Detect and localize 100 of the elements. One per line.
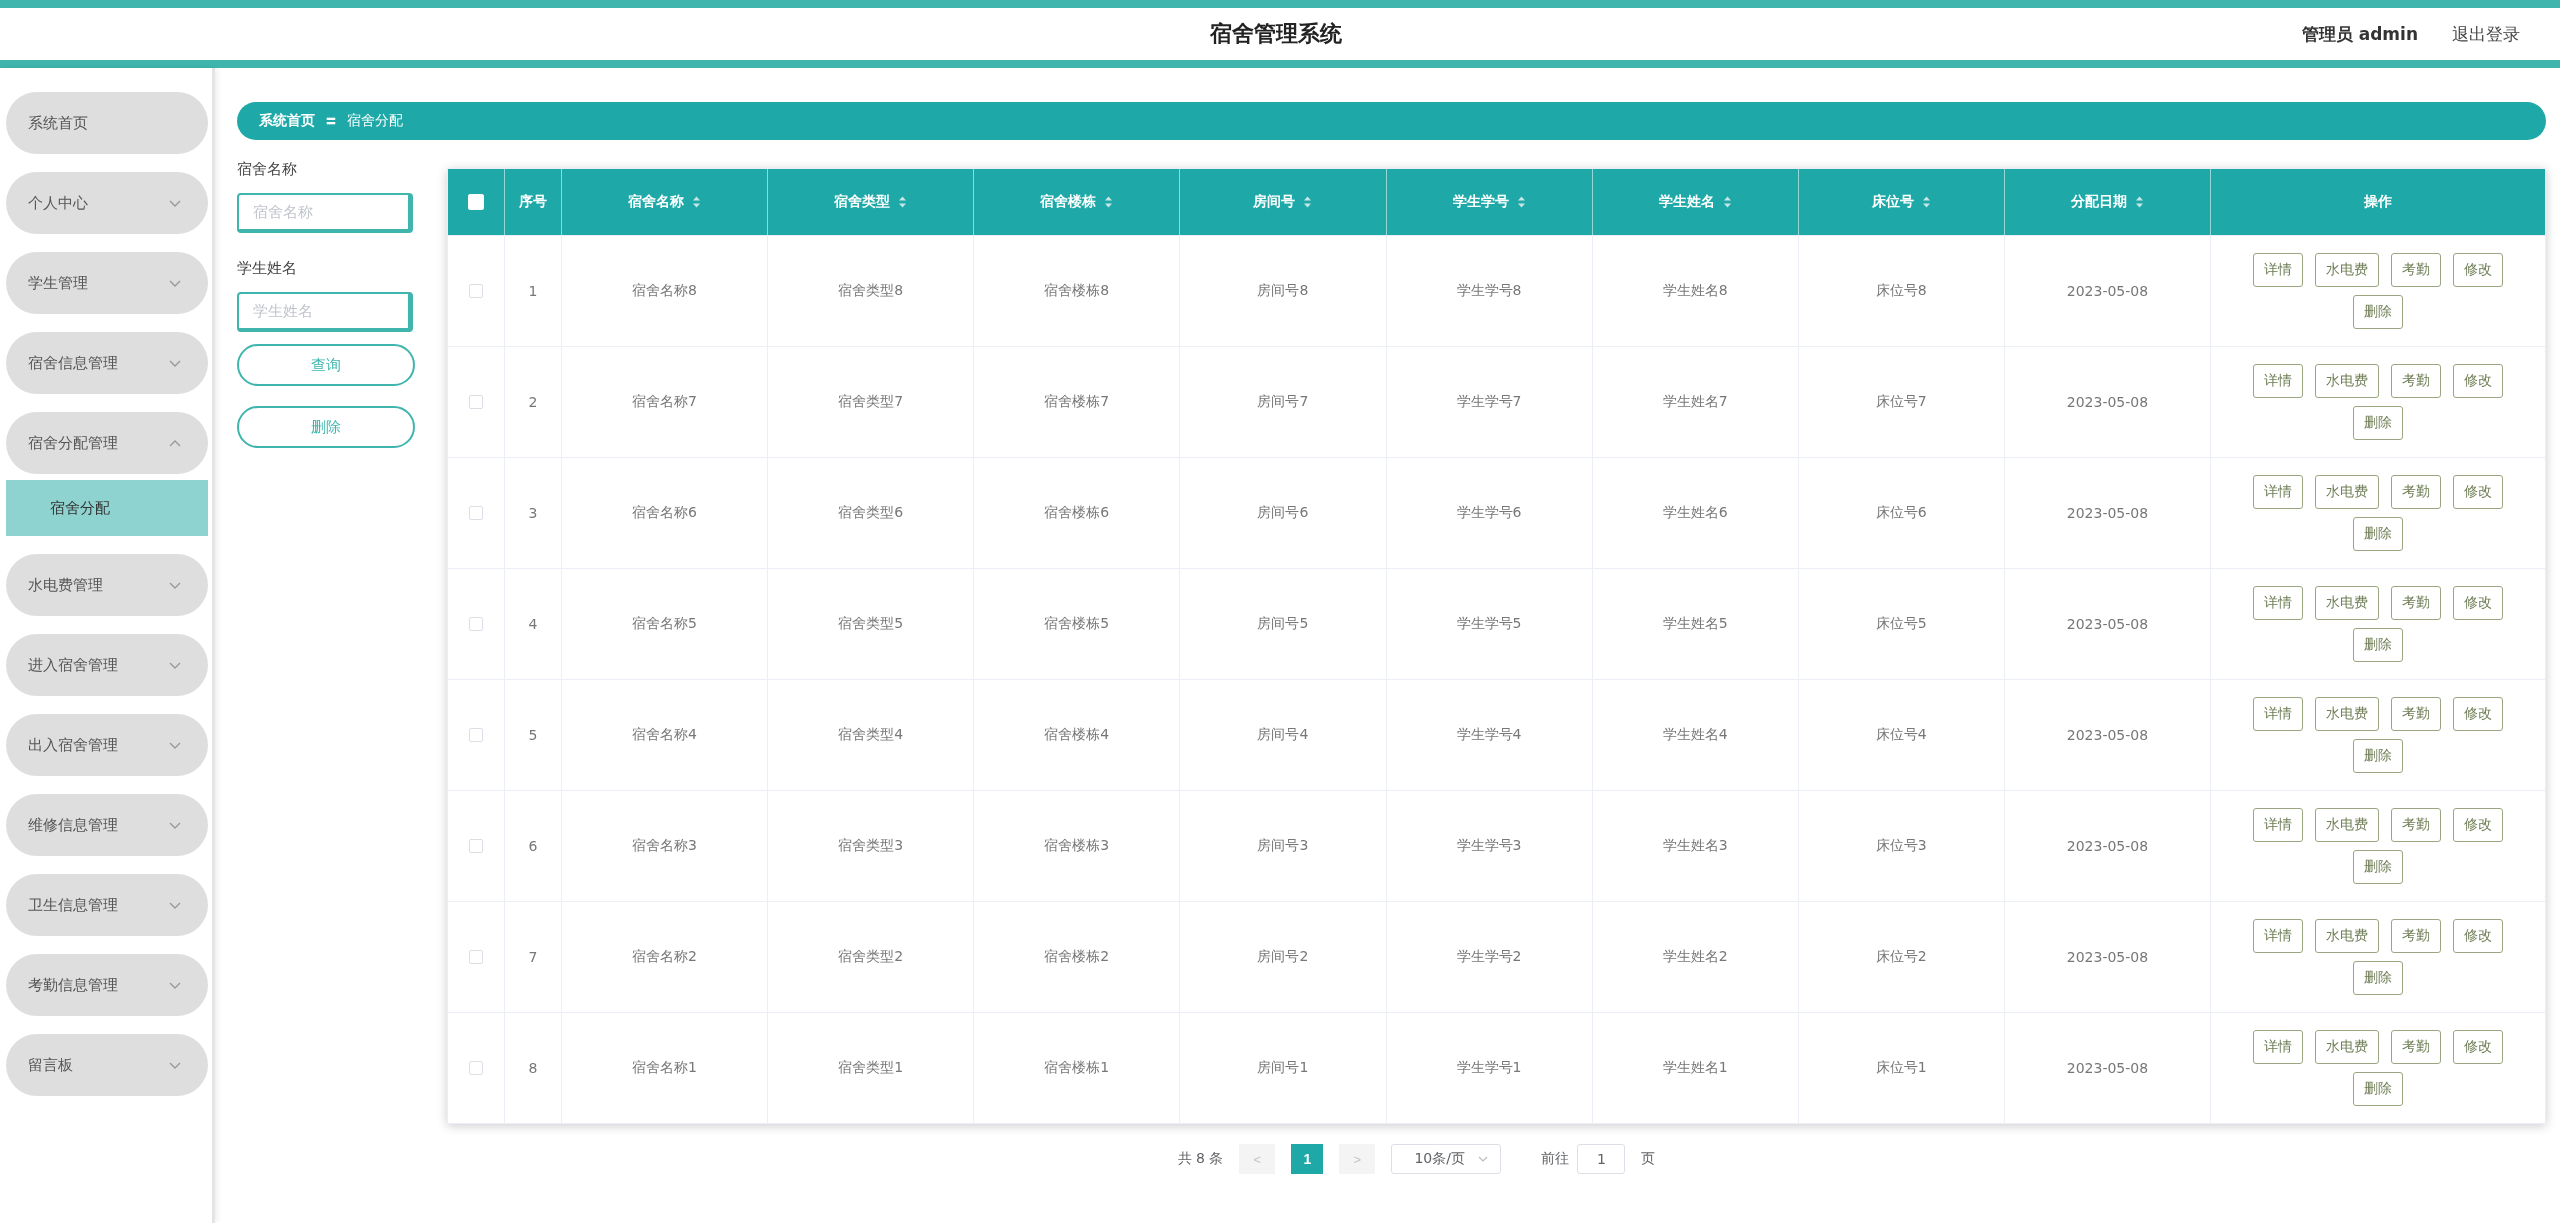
table-cell: 宿舍名称5 (632, 615, 697, 633)
action-button[interactable]: 修改 (2453, 1030, 2503, 1064)
select-all-checkbox[interactable] (468, 194, 484, 210)
action-button[interactable]: 修改 (2453, 253, 2503, 287)
row-checkbox[interactable] (469, 950, 483, 964)
action-button[interactable]: 水电费 (2315, 919, 2379, 953)
sort-icon[interactable] (1516, 195, 1526, 209)
sidebar-item[interactable]: 宿舍分配管理 (6, 412, 208, 474)
action-button[interactable]: 详情 (2253, 253, 2303, 287)
search-field[interactable]: 宿舍名称 (237, 193, 413, 233)
sort-icon[interactable] (692, 195, 702, 209)
sidebar-item[interactable]: 系统首页 (6, 92, 208, 154)
row-checkbox[interactable] (469, 284, 483, 298)
breadcrumb-link[interactable]: 系统首页 (259, 112, 315, 130)
action-button[interactable]: 考勤 (2391, 475, 2441, 509)
chevron-icon (1478, 1155, 1489, 1163)
action-button[interactable]: 修改 (2453, 586, 2503, 620)
sort-icon[interactable] (2134, 195, 2144, 209)
sort-icon[interactable] (1722, 195, 1732, 209)
action-button[interactable]: 详情 (2253, 808, 2303, 842)
action-button[interactable]: 考勤 (2391, 253, 2441, 287)
row-checkbox[interactable] (469, 506, 483, 520)
action-button[interactable]: 考勤 (2391, 808, 2441, 842)
table-cell: 宿舍名称8 (632, 282, 697, 300)
action-button[interactable]: 修改 (2453, 808, 2503, 842)
sidebar-item[interactable]: 留言板 (6, 1034, 208, 1096)
sidebar-item[interactable]: 学生管理 (6, 252, 208, 314)
action-button[interactable]: 修改 (2453, 475, 2503, 509)
action-button[interactable]: 删除 (2353, 850, 2403, 884)
action-button[interactable]: 删除 (2353, 1072, 2403, 1106)
action-button[interactable]: 考勤 (2391, 364, 2441, 398)
sidebar-item[interactable]: 个人中心 (6, 172, 208, 234)
column-header: 宿舍楼栋 (1040, 193, 1097, 211)
table-cell: 宿舍楼栋1 (1044, 1059, 1110, 1077)
action-button[interactable]: 修改 (2453, 697, 2503, 731)
action-button[interactable]: 水电费 (2315, 586, 2379, 620)
page-suffix: 页 (1641, 1150, 1656, 1168)
action-button[interactable]: 水电费 (2315, 1030, 2379, 1064)
action-button[interactable]: 水电费 (2315, 697, 2379, 731)
action-button[interactable]: 水电费 (2315, 808, 2379, 842)
search-button[interactable]: 查询 (237, 344, 415, 386)
logout-link[interactable]: 退出登录 (2452, 22, 2520, 46)
action-button[interactable]: 详情 (2253, 475, 2303, 509)
table-cell: 床位号3 (1875, 837, 1927, 855)
action-button[interactable]: 考勤 (2391, 586, 2441, 620)
breadcrumb-link[interactable]: 宿舍分配 (347, 112, 403, 130)
action-button[interactable]: 删除 (2353, 739, 2403, 773)
sidebar-item[interactable]: 考勤信息管理 (6, 954, 208, 1016)
action-button[interactable]: 详情 (2253, 919, 2303, 953)
search-button[interactable]: 删除 (237, 406, 415, 448)
action-button[interactable]: 删除 (2353, 406, 2403, 440)
page-button[interactable]: 1 (1291, 1144, 1324, 1174)
user-label: 管理员 admin (2301, 22, 2418, 46)
action-button[interactable]: 删除 (2353, 295, 2403, 329)
action-button[interactable]: 水电费 (2315, 364, 2379, 398)
table-cell: 学生姓名6 (1662, 504, 1728, 522)
sort-icon[interactable] (1104, 195, 1114, 209)
row-checkbox[interactable] (469, 728, 483, 742)
table-cell: 8 (528, 1060, 538, 1076)
table-cell: 宿舍楼栋7 (1044, 393, 1110, 411)
table-cell: 2023-05-08 (2066, 1060, 2149, 1076)
action-button[interactable]: 删除 (2353, 517, 2403, 551)
action-button[interactable]: 删除 (2353, 961, 2403, 995)
action-button[interactable]: 删除 (2353, 628, 2403, 662)
action-button[interactable]: 详情 (2253, 1030, 2303, 1064)
row-checkbox[interactable] (469, 1061, 483, 1075)
action-button[interactable]: 水电费 (2315, 475, 2379, 509)
row-checkbox[interactable] (469, 395, 483, 409)
table-cell: 宿舍楼栋4 (1044, 726, 1110, 744)
table-cell: 宿舍楼栋6 (1044, 504, 1110, 522)
action-button[interactable]: 详情 (2253, 364, 2303, 398)
action-button[interactable]: 详情 (2253, 586, 2303, 620)
table-cell: 宿舍类型2 (838, 948, 904, 966)
page-size-select[interactable]: 10条/页 (1391, 1144, 1502, 1174)
search-field[interactable]: 学生姓名 (237, 292, 413, 332)
sidebar-item[interactable]: 卫生信息管理 (6, 874, 208, 936)
sidebar-item[interactable]: 维修信息管理 (6, 794, 208, 856)
table-cell: 宿舍楼栋3 (1044, 837, 1110, 855)
sort-icon[interactable] (898, 195, 908, 209)
action-button[interactable]: 修改 (2453, 364, 2503, 398)
table-cell: 宿舍类型1 (838, 1059, 904, 1077)
row-checkbox[interactable] (469, 617, 483, 631)
sidebar-subitem[interactable]: 宿舍分配 (6, 480, 208, 536)
table-cell: 房间号8 (1257, 282, 1309, 300)
sidebar-item[interactable]: 进入宿舍管理 (6, 634, 208, 696)
action-button[interactable]: 修改 (2453, 919, 2503, 953)
page-input[interactable]: 1 (1577, 1144, 1626, 1174)
sort-icon[interactable] (1921, 195, 1931, 209)
row-checkbox[interactable] (469, 839, 483, 853)
sort-icon[interactable] (1303, 195, 1313, 209)
action-button[interactable]: 考勤 (2391, 1030, 2441, 1064)
action-button[interactable]: 水电费 (2315, 253, 2379, 287)
table-cell: 床位号6 (1875, 504, 1927, 522)
action-button[interactable]: 考勤 (2391, 919, 2441, 953)
table-cell: 宿舍楼栋8 (1044, 282, 1110, 300)
sidebar-item[interactable]: 水电费管理 (6, 554, 208, 616)
action-button[interactable]: 考勤 (2391, 697, 2441, 731)
sidebar-item[interactable]: 出入宿舍管理 (6, 714, 208, 776)
sidebar-item[interactable]: 宿舍信息管理 (6, 332, 208, 394)
action-button[interactable]: 详情 (2253, 697, 2303, 731)
